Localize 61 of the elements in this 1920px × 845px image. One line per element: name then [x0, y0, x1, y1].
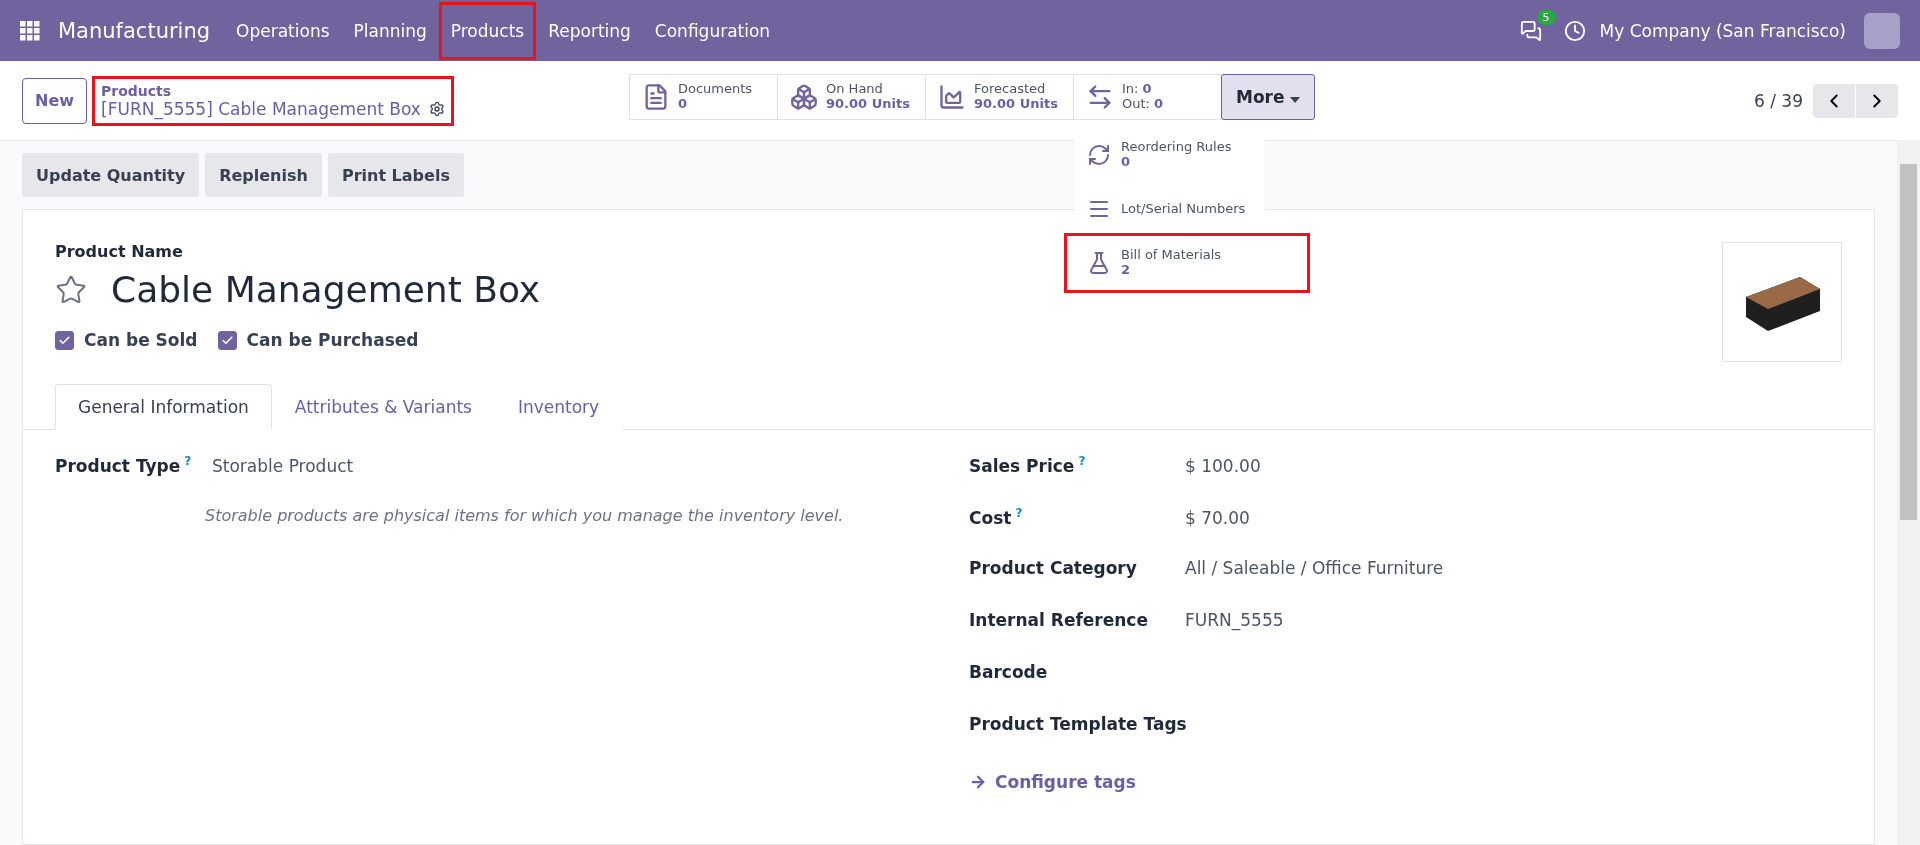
pager-counter: 6 / 39 — [1754, 90, 1803, 111]
field-value[interactable]: All / Saleable / Office Furniture — [1185, 558, 1444, 578]
new-button[interactable]: New — [22, 77, 88, 124]
apps-grid-icon[interactable] — [20, 20, 40, 41]
field-label: Product Name — [55, 242, 183, 261]
action-button[interactable]: Replenish — [205, 153, 322, 197]
dropdown-item[interactable]: Reordering Rules 0 — [1075, 128, 1265, 182]
scrollbar[interactable] — [1897, 140, 1920, 845]
settings-icon[interactable] — [428, 100, 445, 117]
field-label: Sales Price $^{?}$ — [969, 454, 1087, 476]
app-name[interactable]: Manufacturing — [58, 18, 211, 43]
nav-menu-item[interactable]: Operations — [224, 1, 342, 60]
checkbox-label[interactable]: Can be Sold — [55, 330, 198, 350]
area-chart-icon — [938, 83, 966, 111]
field-label: Internal Reference — [969, 610, 1149, 630]
field-value[interactable]: Storable Product — [212, 455, 354, 476]
action-button[interactable]: Update Quantity — [22, 153, 200, 197]
nav-menu-item[interactable]: Reporting — [536, 1, 643, 60]
message-count-badge: 5 — [1536, 9, 1556, 25]
field-value[interactable]: FURN_5555 — [1185, 610, 1284, 630]
checkbox-label[interactable]: Can be Purchased — [217, 330, 419, 350]
arrow-right-icon — [969, 773, 987, 791]
record-title: [FURN_5555] Cable Management Box — [101, 98, 421, 119]
stat-button[interactable]: In: 0 Out: 0 — [1073, 74, 1221, 120]
nav-menu-item[interactable]: Products — [438, 1, 537, 60]
nav-menu-item[interactable]: Configuration — [642, 1, 783, 60]
field-value[interactable]: $ 100.00 — [1185, 455, 1261, 476]
checkmark-icon — [220, 333, 234, 347]
nav-menu-item[interactable]: Planning — [341, 1, 439, 60]
breadcrumb-link[interactable]: Products — [101, 82, 445, 99]
company-name[interactable]: My Company (San Francisco) — [1599, 20, 1846, 41]
stat-button[interactable]: Documents 0 — [629, 74, 777, 120]
field-label: Barcode — [969, 662, 1049, 682]
dropdown-item[interactable]: Lot/Serial Numbers — [1075, 182, 1265, 236]
star-icon[interactable] — [55, 273, 87, 306]
field-hint: Storable products are physical items for which you manage the inventory level. — [205, 506, 845, 525]
clock-icon[interactable] — [1563, 19, 1586, 42]
field-label: Product Category — [969, 558, 1138, 578]
stat-button[interactable]: On Hand 90.00 Units — [777, 74, 925, 120]
field-label: Cost $^{?}$ — [969, 506, 1024, 528]
checkbox[interactable] — [217, 330, 237, 350]
product-image[interactable] — [1722, 242, 1842, 362]
chat-icon[interactable] — [1519, 19, 1542, 42]
configure-tags-link[interactable]: Configure tags — [969, 772, 1769, 792]
previous-button[interactable] — [1813, 83, 1855, 118]
dropdown-item[interactable]: Bill of Materials 2 — [1067, 236, 1307, 290]
more-button[interactable]: More — [1221, 74, 1316, 120]
stat-button[interactable]: Forecasted 90.00 Units — [925, 74, 1073, 120]
caret-icon — [1290, 97, 1301, 103]
field-label: Product Template Tags — [969, 714, 1185, 734]
product-name[interactable]: Cable Management Box — [111, 269, 541, 310]
checkbox[interactable] — [55, 330, 74, 350]
cubes-icon — [790, 83, 818, 111]
next-button[interactable] — [1856, 83, 1898, 118]
refresh-icon — [1087, 143, 1111, 167]
tab[interactable]: General Information — [55, 384, 272, 430]
flask-icon — [1087, 251, 1111, 275]
field-label: Product Type $^{?}$ — [55, 454, 193, 476]
field-value[interactable]: $ 70.00 — [1185, 507, 1250, 528]
action-button[interactable]: Print Labels — [327, 153, 464, 197]
checkmark-icon — [58, 333, 71, 347]
